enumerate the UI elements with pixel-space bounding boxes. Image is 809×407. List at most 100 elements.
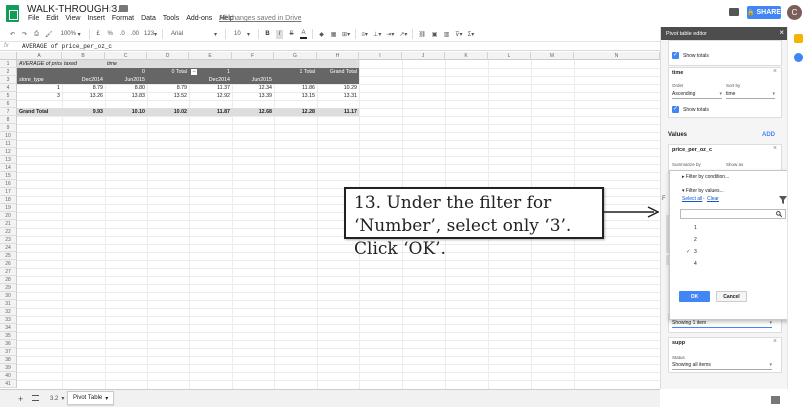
redo-icon[interactable]: ↷: [21, 30, 28, 39]
row-header[interactable]: 15: [0, 172, 17, 180]
row-header[interactable]: 7: [0, 108, 17, 116]
bold-button[interactable]: B: [264, 30, 271, 39]
pivot-column-field-time[interactable]: time: [105, 60, 359, 68]
column-header[interactable]: A: [17, 52, 62, 60]
pivot-row-label[interactable]: 1: [17, 84, 62, 92]
pivot-cell[interactable]: 8.79: [62, 84, 105, 92]
column-header[interactable]: H: [317, 52, 359, 60]
pivot-cell[interactable]: 8.79: [147, 84, 189, 92]
column-header[interactable]: L: [488, 52, 531, 60]
column-header[interactable]: M: [531, 52, 574, 60]
share-button[interactable]: 🔒 SHARE: [747, 6, 781, 19]
row-header[interactable]: 30: [0, 292, 17, 300]
text-color-button[interactable]: A: [300, 30, 308, 39]
collapse-icon[interactable]: −: [191, 69, 197, 75]
pivot-cell[interactable]: 12.34: [232, 84, 274, 92]
show-totals-checkbox[interactable]: ✓: [672, 52, 679, 59]
row-header[interactable]: 2: [0, 68, 17, 76]
close-icon[interactable]: ×: [773, 338, 777, 345]
row-header[interactable]: 19: [0, 204, 17, 212]
increase-decimal-button[interactable]: .00: [131, 30, 139, 39]
close-icon[interactable]: ×: [773, 145, 777, 152]
fill-color-icon[interactable]: ◆: [318, 30, 325, 39]
all-sheets-icon[interactable]: [32, 395, 39, 401]
merge-cells-icon[interactable]: ⊞▾: [342, 30, 350, 39]
filter-option[interactable]: 3: [694, 249, 697, 255]
pivot-group-0[interactable]: − 0: [62, 68, 147, 76]
menu-file[interactable]: File: [28, 15, 39, 22]
row-header[interactable]: 39: [0, 364, 17, 372]
row-header[interactable]: 1: [0, 60, 17, 68]
show-totals-checkbox[interactable]: ✓: [672, 106, 679, 113]
insert-link-icon[interactable]: ⛓: [418, 30, 426, 39]
menu-insert[interactable]: Insert: [87, 15, 105, 22]
filter-option[interactable]: 1: [694, 225, 697, 231]
row-header[interactable]: 20: [0, 212, 17, 220]
insert-comment-icon[interactable]: ▣: [431, 30, 438, 39]
clear-link[interactable]: Clear: [707, 196, 719, 202]
pivot-cell[interactable]: 8.80: [105, 84, 147, 92]
select-all-corner[interactable]: [0, 52, 17, 60]
column-header[interactable]: D: [147, 52, 189, 60]
row-header[interactable]: 23: [0, 236, 17, 244]
save-status-link[interactable]: All changes saved in Drive: [219, 15, 302, 22]
row-header[interactable]: 37: [0, 348, 17, 356]
row-header[interactable]: 12: [0, 148, 17, 156]
row-header[interactable]: 40: [0, 372, 17, 380]
close-icon[interactable]: ×: [773, 68, 777, 75]
row-header[interactable]: 35: [0, 332, 17, 340]
strikethrough-button[interactable]: S: [288, 30, 295, 39]
row-header[interactable]: 34: [0, 324, 17, 332]
column-header[interactable]: K: [445, 52, 488, 60]
keep-icon[interactable]: [794, 34, 803, 43]
print-icon[interactable]: ⎙: [33, 30, 40, 39]
menu-data[interactable]: Data: [141, 15, 156, 22]
row-header[interactable]: 27: [0, 268, 17, 276]
zoom-select[interactable]: 100% ▾: [58, 30, 84, 39]
pivot-value-header[interactable]: AVERAGE of price_per_oz_c: [17, 60, 62, 68]
order-select[interactable]: Ascending ▾: [672, 91, 722, 99]
cancel-button[interactable]: Cancel: [716, 291, 747, 302]
row-header[interactable]: 41: [0, 380, 17, 388]
star-icon[interactable]: ☆: [107, 4, 116, 15]
font-select[interactable]: Arial ▾: [168, 30, 220, 39]
sort-by-select[interactable]: time ▾: [726, 91, 775, 99]
menu-format[interactable]: Format: [112, 15, 134, 22]
pivot-total-cell[interactable]: 11.87: [189, 108, 232, 116]
ok-button[interactable]: OK: [679, 291, 710, 302]
row-header[interactable]: 9: [0, 124, 17, 132]
pivot-cell[interactable]: 13.52: [147, 92, 189, 100]
pivot-total-cell[interactable]: 10.02: [147, 108, 189, 116]
decrease-decimal-button[interactable]: .0: [119, 30, 126, 39]
sheets-logo-icon[interactable]: [6, 5, 19, 22]
pivot-cell[interactable]: 11.37: [189, 84, 232, 92]
filter-icon[interactable]: ⊽▾: [455, 30, 462, 39]
row-header[interactable]: 32: [0, 308, 17, 316]
pivot-total-cell[interactable]: 9.93: [62, 108, 105, 116]
row-header[interactable]: 24: [0, 244, 17, 252]
column-header[interactable]: E: [189, 52, 232, 60]
menu-add-ons[interactable]: Add-ons: [186, 15, 212, 22]
insert-chart-icon[interactable]: ▥: [443, 30, 450, 39]
row-header[interactable]: 31: [0, 300, 17, 308]
sheet-tab-pivot-table[interactable]: Pivot Table ▾: [67, 391, 115, 405]
formula-input[interactable]: AVERAGE of price_per_oz_c: [22, 43, 112, 50]
undo-icon[interactable]: ↶: [9, 30, 16, 39]
row-header[interactable]: 4: [0, 84, 17, 92]
avatar[interactable]: C: [787, 5, 802, 20]
close-icon[interactable]: ×: [779, 28, 784, 37]
currency-button[interactable]: £: [95, 30, 102, 39]
pivot-cell[interactable]: 10.29: [317, 84, 359, 92]
pivot-cell[interactable]: 13.26: [62, 92, 105, 100]
text-rotation-icon[interactable]: ↗▾: [399, 30, 407, 39]
folder-icon[interactable]: [119, 5, 128, 12]
pivot-total-cell[interactable]: 12.28: [274, 108, 317, 116]
pivot-cell[interactable]: 12.92: [189, 92, 232, 100]
row-header[interactable]: 38: [0, 356, 17, 364]
column-header[interactable]: C: [105, 52, 147, 60]
column-header[interactable]: N: [574, 52, 660, 60]
sheet-tab-3-2[interactable]: 3.2 ▾: [47, 393, 67, 404]
vertical-align-icon[interactable]: ⊥▾: [373, 30, 381, 39]
filter-option[interactable]: 4: [694, 261, 697, 267]
row-header[interactable]: 18: [0, 196, 17, 204]
